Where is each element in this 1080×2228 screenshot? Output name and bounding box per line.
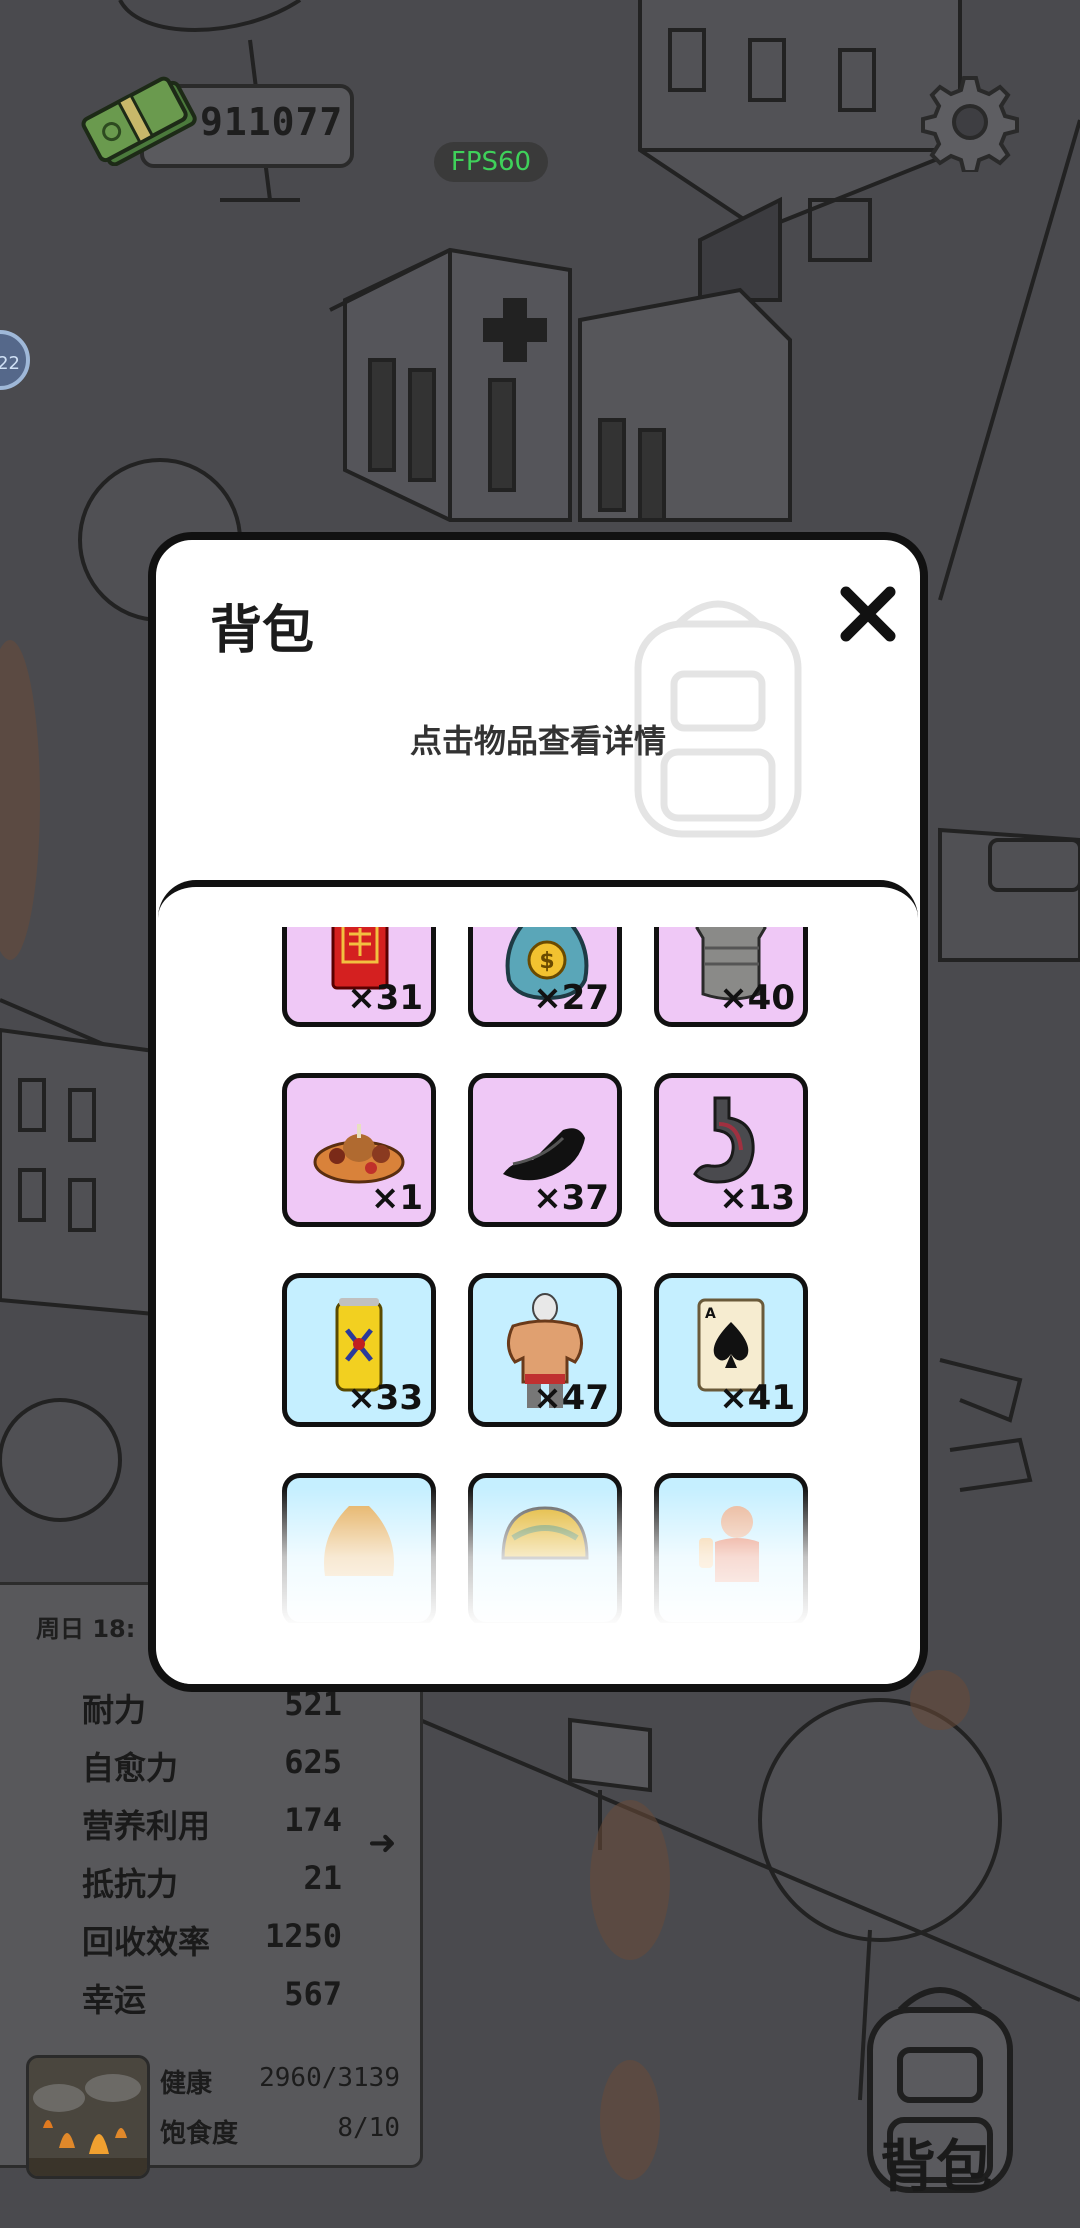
stat-label: 耐力 xyxy=(82,1691,147,1729)
money-value: 911077 xyxy=(200,100,344,144)
stat-row: 回收效率 1250 xyxy=(82,1917,342,1967)
inventory-item[interactable]: $ ×27 xyxy=(468,927,622,1027)
inventory-panel[interactable]: ×31 $ ×27 ×40 ×1 ×37 ×13 ×33 ×47 A ×41 xyxy=(158,880,918,1684)
item-count: ×47 xyxy=(533,1378,609,1418)
svg-text:A: A xyxy=(705,1306,716,1322)
satiety-value: 8/10 xyxy=(337,2113,400,2143)
inventory-item[interactable]: ×47 xyxy=(468,1273,622,1427)
stat-label: 营养利用 xyxy=(82,1807,211,1845)
money-display: 911077 xyxy=(80,76,354,168)
stat-row: 自愈力 625 xyxy=(82,1743,342,1793)
health-label: 健康 xyxy=(160,2069,213,2099)
settings-gear-icon[interactable] xyxy=(920,72,1020,172)
stat-value: 625 xyxy=(284,1743,342,1781)
hint-text: 点击物品查看详情 xyxy=(409,722,666,760)
satiety-label: 饱食度 xyxy=(160,2119,239,2149)
health-value: 2960/3139 xyxy=(259,2063,400,2093)
character-portrait[interactable] xyxy=(26,2055,150,2179)
fps-counter: FPS60 xyxy=(434,142,548,182)
stat-label: 幸运 xyxy=(82,1981,147,2019)
inventory-grid[interactable]: ×31 $ ×27 ×40 ×1 ×37 ×13 ×33 ×47 A ×41 xyxy=(158,927,918,1623)
stat-label: 抵抗力 xyxy=(82,1865,179,1903)
backpack-modal: 背包 点击物品查看详情 ×31 $ ×27 ×40 ×1 ×37 ×13 ×33… xyxy=(148,532,928,1692)
cash-stack-icon xyxy=(81,76,197,166)
stat-row: 营养利用 174 xyxy=(82,1801,342,1851)
item-count: ×33 xyxy=(347,1378,423,1418)
stat-value: 174 xyxy=(284,1801,342,1839)
inventory-item[interactable]: ×31 xyxy=(282,927,436,1027)
inventory-item[interactable]: ×40 xyxy=(654,927,808,1027)
stat-value: 21 xyxy=(303,1859,342,1897)
stat-label: 回收效率 xyxy=(82,1923,211,1961)
stat-value: 567 xyxy=(284,1975,342,2013)
inventory-item[interactable]: ×37 xyxy=(468,1073,622,1227)
health-row: 健康 2960/3139 xyxy=(160,2063,400,2100)
stat-row: 幸运 567 xyxy=(82,1975,342,2025)
game-time: 周日 18: xyxy=(36,1615,136,1643)
close-icon[interactable] xyxy=(836,582,900,646)
arrow-right-icon[interactable]: ➜ xyxy=(368,1823,397,1863)
svg-text:$: $ xyxy=(539,949,554,974)
modal-title: 背包 xyxy=(210,601,315,661)
inventory-item[interactable]: A ×41 xyxy=(654,1273,808,1427)
stat-row: 耐力 521 xyxy=(82,1685,342,1735)
item-count: ×37 xyxy=(533,1178,609,1218)
inventory-item[interactable]: ×33 xyxy=(282,1273,436,1427)
campfire-icon xyxy=(29,2058,147,2176)
item-count: ×40 xyxy=(719,978,795,1018)
inventory-item[interactable]: ×1 xyxy=(282,1073,436,1227)
item-count: ×27 xyxy=(533,978,609,1018)
scroll-fade xyxy=(158,1487,918,1623)
backpack-watermark-icon xyxy=(634,600,802,838)
item-count: ×41 xyxy=(719,1378,795,1418)
inventory-item[interactable]: ×13 xyxy=(654,1073,808,1227)
satiety-row: 饱食度 8/10 xyxy=(160,2113,400,2150)
item-count: ×31 xyxy=(347,978,423,1018)
bag-button-label[interactable]: 背包 xyxy=(880,2122,992,2203)
stat-label: 自愈力 xyxy=(82,1749,179,1787)
item-count: ×1 xyxy=(370,1178,423,1218)
stat-row: 抵抗力 21 xyxy=(82,1859,342,1909)
item-count: ×13 xyxy=(719,1178,795,1218)
stat-value: 1250 xyxy=(264,1917,342,1955)
